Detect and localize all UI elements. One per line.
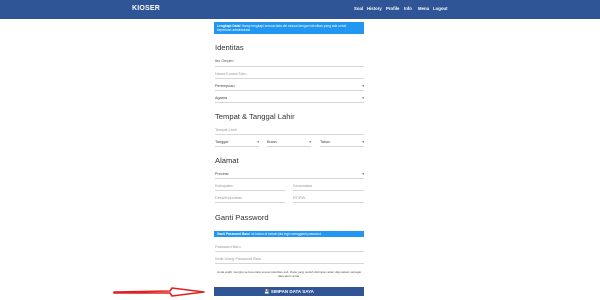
jenis-kelamin-select[interactable]: Perempuan ▾ [215,83,364,91]
chevron-down-icon: ▾ [362,84,364,88]
section-identitas-title: Identitas [215,43,244,52]
complete-data-alert: Lengkapi Data! Harap lengkapi semua data… [214,22,364,34]
nama-toko-placeholder: Nama Kontor/Toko [215,72,247,76]
agama-select[interactable]: Agama ▾ [215,95,364,103]
password-baru-input[interactable]: Password Baru [215,244,364,252]
ibu-field[interactable]: Ibu Ompim [215,59,364,67]
save-button-label: SIMPAN DATA SAYA [270,289,314,294]
tempat-lahir-placeholder: Tempat Lahir [215,128,237,132]
ibu-label: Ibu Ompim [215,59,234,63]
desa-placeholder: Desa/Kelurahan [215,196,243,200]
nav-item-profile[interactable]: Profile [386,6,399,11]
chevron-down-icon: ▾ [257,140,259,144]
desa-input[interactable]: Desa/Kelurahan [215,195,285,203]
password-alert-strong: Ganti Password Baru! [217,232,251,236]
save-data-button[interactable]: 💾 SIMPAN DATA SAYA [214,287,364,296]
section-password-title: Ganti Password [215,213,269,222]
rtrw-input[interactable]: RT/RW [293,195,364,203]
top-navbar: KIOSER Soal History Profile Info Menu Lo… [0,0,600,19]
chevron-down-icon: ▾ [362,172,364,176]
tahun-select[interactable]: Tahun ▾ [320,139,364,147]
password-ulang-input[interactable]: Ketik Ulang Password Baru [215,256,364,264]
brand-logo[interactable]: KIOSER [132,5,160,12]
tanggal-select[interactable]: Tanggal ▾ [215,139,259,147]
provinsi-value: Provinsi [215,172,229,176]
kecamatan-input[interactable]: Kecamatan [293,183,364,191]
save-icon: 💾 [264,289,270,294]
nama-toko-input[interactable]: Nama Kontor/Toko [215,71,364,79]
tanggal-value: Tanggal [215,140,229,144]
jenis-kelamin-value: Perempuan [215,84,235,88]
section-alamat-title: Alamat [215,156,239,165]
nav-item-logout[interactable]: Logout [433,6,448,11]
password-baru-placeholder: Password Baru [215,245,241,249]
form-note: Anda wajib mengisi semua data sesuai ide… [216,270,362,279]
section-ttl-title: Tempat & Tanggal Lahir [215,112,295,121]
bulan-value: Bulan [267,140,277,144]
kecamatan-placeholder: Kecamatan [293,184,313,188]
tahun-value: Tahun [320,140,331,144]
arrow-shape [113,287,205,297]
password-alert: Ganti Password Baru! Isi kolom di bawah … [214,231,364,237]
chevron-down-icon: ▾ [309,140,311,144]
provinsi-select[interactable]: Provinsi ▾ [215,171,364,179]
kabupaten-input[interactable]: Kabupaten [215,183,285,191]
chevron-down-icon: ▾ [362,140,364,144]
chevron-down-icon: ▾ [362,96,364,100]
bulan-select[interactable]: Bulan ▾ [267,139,311,147]
tempat-lahir-input[interactable]: Tempat Lahir [215,127,364,135]
alert-strong: Lengkapi Data! [217,23,241,28]
rtrw-placeholder: RT/RW [293,196,306,200]
password-ulang-placeholder: Ketik Ulang Password Baru [215,257,262,261]
nav-item-history[interactable]: History [367,6,382,11]
red-arrow-annotation [113,287,205,297]
password-alert-text: Isi kolom di bawah jika ingin mengganti … [251,232,322,236]
nav-item-soal[interactable]: Soal [354,6,363,11]
agama-value: Agama [215,96,228,100]
kabupaten-placeholder: Kabupaten [215,184,234,188]
nav-item-info[interactable]: Info [404,6,412,11]
nav-item-menu[interactable]: Menu [418,6,429,11]
